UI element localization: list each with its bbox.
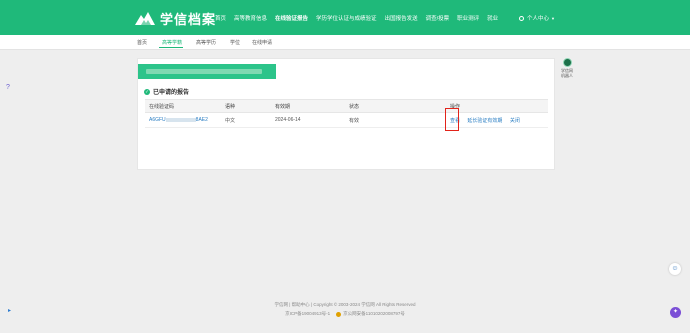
assistant-widget[interactable]: 学信网 机器人: [558, 58, 576, 78]
user-icon: [519, 15, 524, 21]
report-card: ✓ 已申请的报告 在线验证码 语种 有效期 状态 操作 A6GFU 8AE2 中…: [137, 58, 555, 170]
subnav-item-enrollment[interactable]: 高等学籍: [162, 39, 182, 46]
main-nav: 首页 高等教育信息 在线验证报告 学历学位认证与成绩验证 出国报告发送 调查/投…: [215, 14, 506, 22]
expiry-cell: 2024-06-14: [271, 112, 345, 128]
active-tab-indicator: [159, 47, 183, 48]
nav-item-higher-education[interactable]: 高等教育信息: [234, 14, 267, 22]
user-menu[interactable]: 个人中心 ▼: [519, 14, 555, 22]
close-report-link[interactable]: 关闭: [510, 118, 520, 124]
column-header-status: 状态: [345, 99, 446, 113]
chat-icon[interactable]: ☺: [669, 263, 681, 275]
check-circle-icon: ✓: [144, 88, 150, 95]
banner-redacted-text: [146, 69, 262, 74]
section-title-label: 已申请的报告: [153, 90, 190, 96]
nav-item-career-assessment[interactable]: 职业测评: [457, 14, 479, 22]
nav-item-home[interactable]: 首页: [215, 14, 226, 22]
language-cell: 中文: [221, 112, 271, 128]
column-header-expiry: 有效期: [271, 99, 345, 113]
table-row: A6GFU 8AE2 中文 2024-06-14 有效 查看 延长验证有效期 关闭: [145, 112, 548, 128]
footer: 学信网 | 帮助中心 | Copyright © 2003-2024 学信网 A…: [0, 302, 690, 317]
verification-code-cell: A6GFU 8AE2: [145, 112, 221, 128]
column-header-actions: 操作: [446, 99, 548, 113]
column-header-language: 语种: [221, 99, 271, 113]
nav-item-overseas-report[interactable]: 出国报告发送: [385, 14, 418, 22]
extend-validity-link[interactable]: 延长验证有效期: [467, 118, 502, 124]
police-badge-icon: [336, 311, 342, 317]
status-cell: 有效: [345, 112, 446, 128]
assistant-label: 学信网 机器人: [561, 68, 573, 78]
column-header-code: 在线验证码: [145, 99, 221, 113]
nav-item-degree-certification[interactable]: 学历学位认证与成绩验证: [316, 14, 377, 22]
chevron-down-icon: ▼: [551, 15, 555, 21]
subnav-item-degree-record[interactable]: 高等学历: [196, 39, 216, 46]
user-menu-label: 个人中心: [527, 16, 550, 22]
logo-icon: [135, 11, 155, 25]
subnav-item-degree[interactable]: 学位: [230, 39, 240, 46]
report-banner: [138, 64, 276, 79]
logo-text: 学信档案: [160, 11, 217, 27]
site-logo[interactable]: 学信档案: [135, 9, 216, 27]
nav-item-online-verification-report[interactable]: 在线验证报告: [275, 14, 308, 22]
actions-cell: 查看 延长验证有效期 关闭: [446, 112, 548, 128]
redacted-code: [165, 117, 196, 122]
icp-number[interactable]: 京ICP备19004913号-1: [285, 311, 330, 317]
sub-navigation: 首页 高等学籍 高等学历 学位 在线申请: [0, 35, 690, 50]
section-title: ✓ 已申请的报告: [144, 87, 189, 96]
footer-links: 学信网 | 帮助中心 | Copyright © 2003-2024 学信网 A…: [274, 302, 416, 307]
police-record-number[interactable]: 京公网安备11010202008797号: [343, 311, 405, 317]
robot-icon: [562, 58, 572, 67]
subnav-item-home[interactable]: 首页: [137, 39, 147, 46]
report-table: 在线验证码 语种 有效期 状态 操作 A6GFU 8AE2 中文 2024-06-…: [145, 99, 548, 128]
verification-code-link[interactable]: A6GFU 8AE2: [149, 117, 208, 123]
nav-item-survey[interactable]: 调查/投票: [426, 14, 450, 22]
table-header-row: 在线验证码 语种 有效期 状态 操作: [145, 99, 548, 113]
nav-item-employment[interactable]: 就业: [487, 14, 498, 22]
highlight-box: [445, 108, 459, 131]
subnav-item-online-apply[interactable]: 在线申请: [252, 39, 272, 46]
top-navigation-bar: 学信档案 首页 高等教育信息 在线验证报告 学历学位认证与成绩验证 出国报告发送…: [0, 0, 690, 35]
edge-tab-icon[interactable]: ?: [6, 84, 11, 91]
